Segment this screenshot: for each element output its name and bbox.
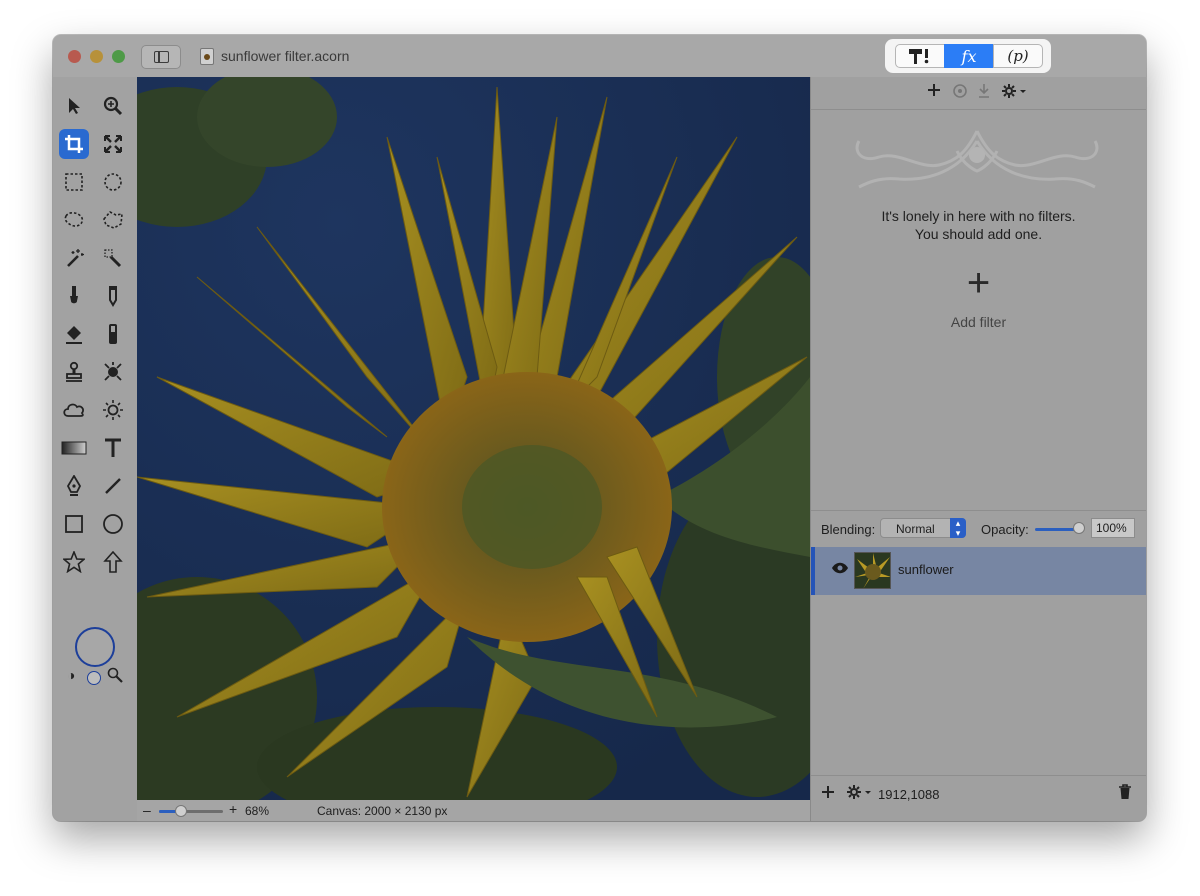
zoom-icon[interactable] bbox=[98, 91, 128, 121]
ornament-decoration bbox=[855, 130, 1099, 189]
swap-colors-icon[interactable]: ◑ bbox=[67, 667, 75, 683]
zoom-out-button[interactable]: – bbox=[143, 802, 151, 818]
zoom-slider-knob[interactable] bbox=[175, 805, 188, 817]
line-icon[interactable] bbox=[98, 471, 128, 501]
canvas-size-label: Canvas: 2000 × 2130 px bbox=[317, 804, 448, 818]
cursor-coordinates: 1912,1088 bbox=[878, 787, 940, 802]
app-window: sunflower filter.acorn fx (p) ◑ – + 68% … bbox=[53, 35, 1146, 821]
polygon-lasso-icon[interactable] bbox=[98, 205, 128, 235]
toggle-sidebar-button[interactable] bbox=[141, 45, 181, 69]
zoom-slider[interactable] bbox=[159, 805, 223, 817]
toolbox: ◑ bbox=[53, 77, 137, 821]
chevron-updown-icon: ▴ ▾ bbox=[950, 518, 966, 538]
transform-icon[interactable] bbox=[98, 129, 128, 159]
gradient-icon[interactable] bbox=[59, 433, 89, 463]
empty-filters-line1: It's lonely in here with no filters. bbox=[881, 208, 1076, 224]
minimize-window-button[interactable] bbox=[90, 50, 103, 63]
magic-wand-icon[interactable] bbox=[59, 243, 89, 273]
fx-label: fx bbox=[961, 46, 977, 66]
layer-thumbnail bbox=[854, 552, 891, 589]
rectangle-icon[interactable] bbox=[59, 509, 89, 539]
document-title: sunflower filter.acorn bbox=[221, 48, 350, 64]
hammer-icon bbox=[909, 49, 929, 64]
layer-row[interactable]: sunflower bbox=[811, 547, 1146, 595]
brush-icon[interactable] bbox=[59, 281, 89, 311]
arrow-icon[interactable] bbox=[59, 91, 89, 121]
tab-tools[interactable] bbox=[895, 44, 945, 68]
text-icon[interactable] bbox=[98, 433, 128, 463]
layer-name: sunflower bbox=[898, 562, 954, 577]
filter-toolbar bbox=[811, 77, 1146, 110]
pencil-icon[interactable] bbox=[98, 281, 128, 311]
empty-filters-message: It's lonely in here with no filters. You… bbox=[811, 207, 1146, 243]
blending-label: Blending: bbox=[821, 522, 876, 537]
rect-select-icon[interactable] bbox=[59, 167, 89, 197]
color-wand-icon[interactable] bbox=[98, 243, 128, 273]
sidebar-icon bbox=[154, 51, 169, 63]
zoom-level: 68% bbox=[245, 804, 270, 818]
blending-mode-value: Normal bbox=[896, 522, 935, 536]
eraser-icon[interactable] bbox=[98, 319, 128, 349]
document-icon bbox=[200, 48, 214, 65]
eye-icon[interactable] bbox=[831, 561, 849, 579]
empty-filters-line2: You should add one. bbox=[914, 226, 1043, 242]
color-well[interactable] bbox=[75, 627, 115, 667]
zoom-in-button[interactable]: + bbox=[229, 801, 237, 817]
star-icon[interactable] bbox=[59, 547, 89, 577]
title-bar: sunflower filter.acorn fx (p) bbox=[53, 35, 1146, 77]
tab-filters[interactable]: fx bbox=[944, 44, 994, 68]
tab-properties[interactable]: (p) bbox=[993, 44, 1043, 68]
opacity-slider-knob[interactable] bbox=[1073, 522, 1085, 534]
add-filter-label[interactable]: Add filter bbox=[811, 314, 1146, 330]
filter-settings-gear-icon[interactable] bbox=[1001, 83, 1027, 104]
add-filter-button[interactable]: + bbox=[811, 263, 1146, 303]
add-layer-button[interactable] bbox=[821, 783, 835, 804]
blending-mode-select[interactable]: Normal ▴ ▾ bbox=[880, 518, 966, 538]
image-canvas[interactable] bbox=[137, 77, 810, 800]
close-window-button[interactable] bbox=[68, 50, 81, 63]
pen-icon[interactable] bbox=[59, 471, 89, 501]
zoom-window-button[interactable] bbox=[112, 50, 125, 63]
lasso-icon[interactable] bbox=[59, 205, 89, 235]
layer-options-row: Blending: Normal ▴ ▾ Opacity: 100% bbox=[811, 510, 1146, 547]
ellipse-select-icon[interactable] bbox=[98, 167, 128, 197]
add-filter-icon[interactable] bbox=[927, 83, 941, 102]
apply-filter-icon[interactable] bbox=[977, 83, 991, 104]
circle-icon[interactable] bbox=[98, 509, 128, 539]
sunflower-image bbox=[137, 77, 810, 800]
clone-stamp-icon[interactable] bbox=[59, 357, 89, 387]
inspector-panel: It's lonely in here with no filters. You… bbox=[810, 77, 1146, 821]
opacity-label: Opacity: bbox=[981, 522, 1029, 537]
cloud-icon[interactable] bbox=[59, 395, 89, 425]
filter-preview-icon[interactable] bbox=[952, 83, 968, 104]
status-bar: – + 68% Canvas: 2000 × 2130 px bbox=[137, 800, 810, 821]
trash-icon[interactable] bbox=[1118, 784, 1132, 803]
properties-label: (p) bbox=[1007, 47, 1029, 65]
crop-icon[interactable] bbox=[59, 129, 89, 159]
sun-icon[interactable] bbox=[98, 395, 128, 425]
fill-icon[interactable] bbox=[59, 319, 89, 349]
palette-tab-switcher: fx (p) bbox=[885, 39, 1051, 73]
layers-bottom-bar: 1912,1088 bbox=[811, 775, 1146, 821]
retouch-icon[interactable] bbox=[98, 357, 128, 387]
secondary-color-swatch[interactable] bbox=[87, 671, 101, 685]
opacity-field[interactable]: 100% bbox=[1091, 518, 1135, 538]
eyedropper-icon[interactable] bbox=[107, 667, 123, 686]
layer-settings-gear-icon[interactable] bbox=[846, 784, 872, 804]
arrow-shape-icon[interactable] bbox=[98, 547, 128, 577]
